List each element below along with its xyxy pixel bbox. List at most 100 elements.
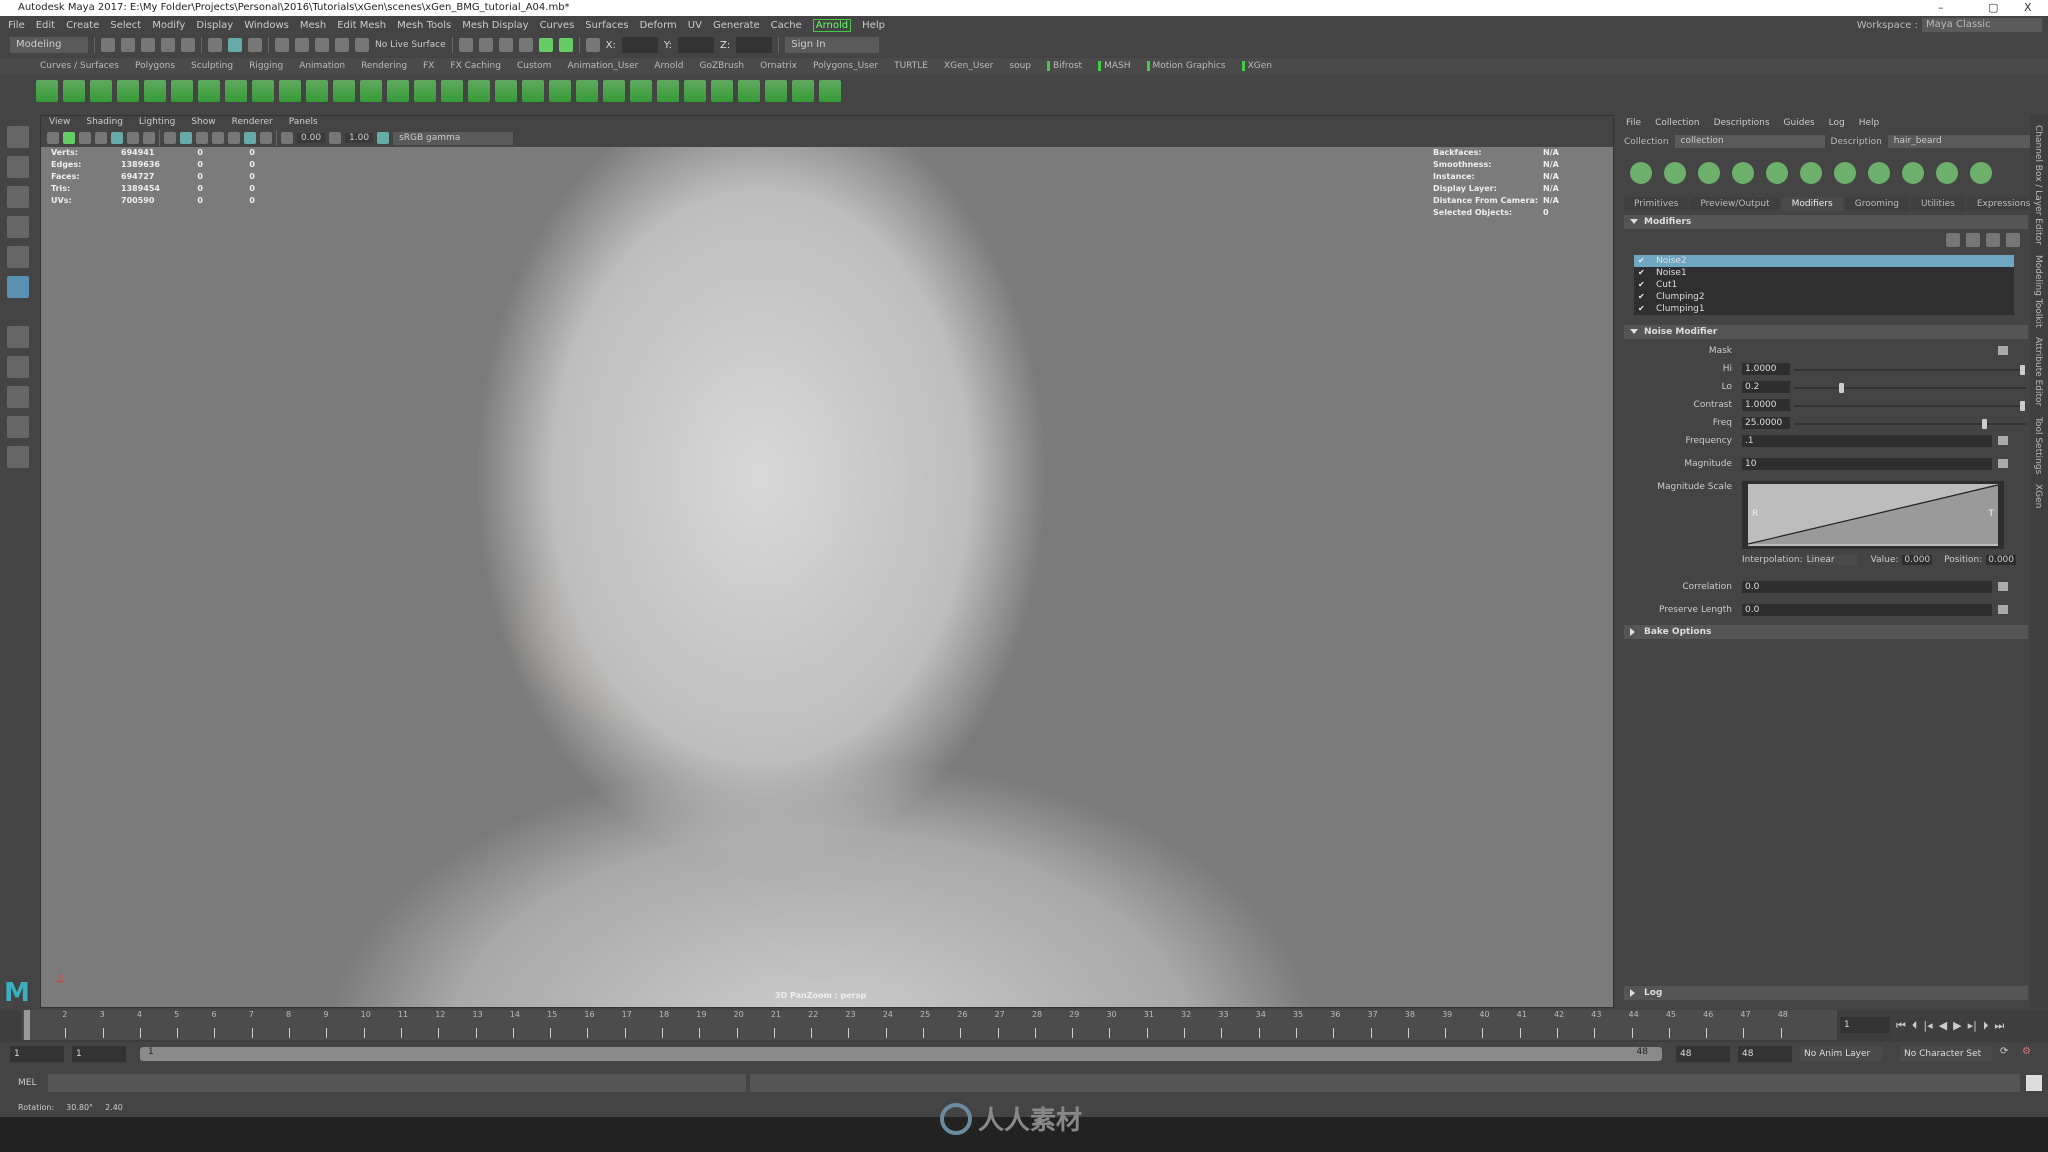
two-view-icon[interactable] — [7, 416, 29, 438]
slider-value-field[interactable]: 1.0000 — [1742, 363, 1790, 375]
workspace-dropdown[interactable]: Maya Classic — [1922, 18, 2042, 32]
shelf-tool-icon[interactable] — [252, 80, 274, 102]
xgen-menu-descriptions[interactable]: Descriptions — [1714, 118, 1770, 128]
lights-icon[interactable] — [196, 132, 208, 144]
menu-curves[interactable]: Curves — [540, 20, 575, 31]
tab-grooming[interactable]: Grooming — [1844, 197, 1909, 211]
menu-select[interactable]: Select — [110, 20, 141, 31]
xgen-menu-collection[interactable]: Collection — [1655, 118, 1700, 128]
shelf-tab-xgen-user[interactable]: XGen_User — [944, 61, 993, 71]
isolate-select-icon[interactable] — [244, 132, 256, 144]
shelf-tool-icon[interactable] — [63, 80, 85, 102]
shelf-tool-icon[interactable] — [225, 80, 247, 102]
paint-select-icon[interactable] — [7, 186, 29, 208]
time-slider[interactable]: 1234567891011121314151617181920212223242… — [0, 1010, 2048, 1042]
script-editor-icon[interactable] — [2026, 1075, 2042, 1091]
shelf-tab-motion-graphics[interactable]: Motion Graphics — [1146, 61, 1226, 71]
shelf-tab-bifrost[interactable]: Bifrost — [1047, 61, 1082, 71]
select-component-icon[interactable] — [248, 38, 262, 52]
viewport-menu-panels[interactable]: Panels — [289, 116, 318, 129]
xgen-menu-log[interactable]: Log — [1829, 118, 1845, 128]
shelf-tab-fx[interactable]: FX — [423, 61, 434, 71]
open-scene-icon[interactable] — [121, 38, 135, 52]
viewport-panel[interactable]: View Shading Lighting Show Renderer Panels 0.… — [40, 115, 1614, 1008]
restore-button[interactable]: ▢ — [1988, 0, 1998, 16]
shelf-tool-icon[interactable] — [495, 80, 517, 102]
side-tab[interactable]: Modeling Toolkit — [2033, 255, 2043, 328]
noise-modifier-header[interactable]: Noise Modifier — [1624, 325, 2028, 339]
viewport-menu-shading[interactable]: Shading — [86, 116, 123, 129]
shelf-tool-icon[interactable] — [198, 80, 220, 102]
camera-icon[interactable] — [47, 132, 59, 144]
expression-field[interactable]: .1 — [1742, 435, 1992, 447]
menu-windows[interactable]: Windows — [244, 20, 289, 31]
shelf-tool-icon[interactable] — [333, 80, 355, 102]
shelf-tool-icon[interactable] — [576, 80, 598, 102]
menu-deform[interactable]: Deform — [640, 20, 677, 31]
render-icon[interactable] — [458, 38, 473, 52]
go-to-start-icon[interactable]: ⏮ — [1896, 1019, 1906, 1033]
value-field[interactable]: 0.000 — [1902, 555, 1933, 565]
shelf-tool-icon[interactable] — [306, 80, 328, 102]
collection-dropdown[interactable]: collection — [1674, 135, 1825, 148]
select-hierarchy-icon[interactable] — [208, 38, 222, 52]
shelf-tool-icon[interactable] — [279, 80, 301, 102]
side-tab[interactable]: Attribute Editor — [2033, 337, 2043, 406]
viewport-menu-view[interactable]: View — [49, 116, 70, 129]
select-object-icon[interactable] — [228, 38, 242, 52]
color-management-icon[interactable] — [377, 132, 390, 144]
shelf-tab-arnold[interactable]: Arnold — [654, 61, 683, 71]
tab-primitives[interactable]: Primitives — [1624, 197, 1689, 211]
viewport-menu-renderer[interactable]: Renderer — [232, 116, 273, 129]
single-perspective-icon[interactable] — [7, 356, 29, 378]
menu-edit[interactable]: Edit — [36, 20, 55, 31]
select-guides-icon[interactable] — [1732, 162, 1754, 184]
shelf-tool-icon[interactable] — [36, 80, 58, 102]
add-modifier-icon[interactable] — [1986, 233, 2000, 247]
shelf-tool-icon[interactable] — [711, 80, 733, 102]
xray-icon[interactable] — [260, 132, 272, 144]
bake-options-header[interactable]: Bake Options — [1624, 625, 2028, 639]
menu-file[interactable]: File — [8, 20, 25, 31]
side-tab[interactable]: Tool Settings — [2033, 417, 2043, 474]
color-space-dropdown[interactable]: sRGB gamma — [393, 131, 514, 145]
menu-modify[interactable]: Modify — [152, 20, 185, 31]
shelf-tool-icon[interactable] — [684, 80, 706, 102]
shelf-tab-rendering[interactable]: Rendering — [361, 61, 407, 71]
snap-curve-icon[interactable] — [295, 38, 309, 52]
grid-icon[interactable] — [111, 132, 123, 144]
start-time-field[interactable]: 1 — [10, 1046, 64, 1062]
shelf-tab-mash[interactable]: MASH — [1098, 61, 1131, 71]
preview-icon[interactable] — [1630, 162, 1652, 184]
shelf-tool-icon[interactable] — [468, 80, 490, 102]
shelf-tool-icon[interactable] — [387, 80, 409, 102]
menu-uv[interactable]: UV — [688, 20, 702, 31]
3d-scene-head-model[interactable] — [41, 147, 1613, 1007]
play-back-icon[interactable]: ◀ — [1939, 1019, 1947, 1033]
shelf-tool-icon[interactable] — [144, 80, 166, 102]
y-field[interactable] — [678, 37, 715, 53]
render-settings-icon[interactable] — [498, 38, 513, 52]
shelf-tab-polygons[interactable]: Polygons — [135, 61, 175, 71]
map-icon[interactable] — [1998, 605, 2008, 614]
redo-icon[interactable] — [181, 38, 195, 52]
shelf-tab-polygons-user[interactable]: Polygons_User — [813, 61, 878, 71]
menu-generate[interactable]: Generate — [713, 20, 760, 31]
shelf-tab-animation[interactable]: Animation — [299, 61, 345, 71]
shelf-tab-rigging[interactable]: Rigging — [249, 61, 283, 71]
resolution-gate-icon[interactable] — [143, 132, 155, 144]
menu-create[interactable]: Create — [66, 20, 99, 31]
guide-bend-icon[interactable] — [1970, 162, 1992, 184]
go-to-end-icon[interactable]: ⏭ — [1994, 1019, 2004, 1033]
snap-surface-icon[interactable] — [355, 38, 369, 52]
shelf-tool-icon[interactable] — [657, 80, 679, 102]
step-forward-icon[interactable]: ⏵ — [1983, 1019, 1989, 1033]
map-icon[interactable] — [1998, 346, 2008, 355]
last-tool-icon[interactable] — [7, 326, 29, 348]
map-icon[interactable] — [1998, 436, 2008, 445]
current-frame-field[interactable]: 1 — [1840, 1017, 1890, 1033]
side-tab[interactable]: XGen — [2033, 484, 2043, 508]
shelf-tool-icon[interactable] — [414, 80, 436, 102]
menu-mesh-tools[interactable]: Mesh Tools — [397, 20, 451, 31]
menu-surfaces[interactable]: Surfaces — [585, 20, 628, 31]
